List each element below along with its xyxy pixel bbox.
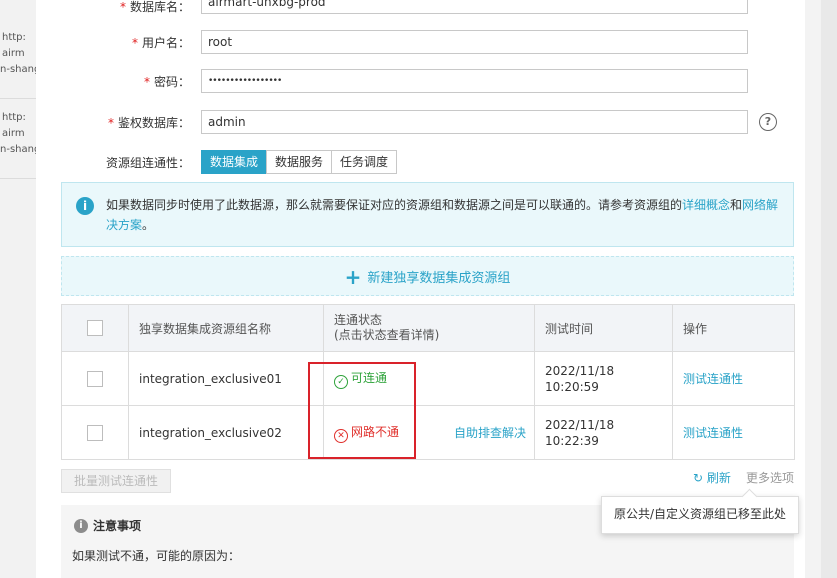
connectivity-label: 资源组连通性： — [105, 155, 190, 170]
tab-data-integration[interactable]: 数据集成 — [201, 150, 268, 174]
tab-data-service[interactable]: 数据服务 — [266, 150, 333, 174]
plus-icon: + — [344, 265, 362, 289]
bg-text: http: — [2, 112, 26, 123]
refresh-icon: ↻ — [693, 471, 704, 485]
bg-text: airm — [2, 128, 25, 139]
info-text: 如果数据同步时使用了此数据源，那么就需要保证对应的资源组和数据源之间是可以联通的… — [106, 198, 779, 232]
table-row: integration_exclusive01 ✓ 可连通 2022/11/18 1… — [61, 351, 795, 406]
header-status: 连通状态 (点击状态查看详情) — [323, 304, 535, 352]
db-name-input[interactable]: airmart-unxbg-prod — [201, 0, 748, 14]
scrollbar[interactable] — [805, 0, 821, 578]
row-test-time: 2022/11/18 10:20:59 — [534, 351, 673, 406]
username-input[interactable]: root — [201, 30, 748, 54]
password-row: * 密码： — [36, 69, 196, 93]
row-checkbox[interactable] — [87, 370, 103, 387]
password-input[interactable]: ••••••••••••••••• — [201, 69, 748, 93]
info-icon: i — [76, 197, 94, 215]
info-banner: i 如果数据同步时使用了此数据源，那么就需要保证对应的资源组和数据源之间是可以联… — [61, 182, 794, 247]
row-checkbox-cell — [61, 405, 129, 460]
bg-text: http: — [2, 32, 26, 43]
bg-text: n-shang — [0, 64, 36, 75]
self-troubleshoot-link[interactable]: 自助排查解决 — [454, 424, 526, 441]
notice-title: 注意事项 — [93, 519, 142, 533]
test-connectivity-link[interactable]: 测试连通性 — [683, 426, 743, 440]
datasource-dialog: * 数据库名： airmart-unxbg-prod * 用户名： root * 密码… — [36, 0, 821, 578]
row-test-time: 2022/11/18 10:22:39 — [534, 405, 673, 460]
refresh-button[interactable]: ↻ 刷新 — [693, 469, 731, 486]
resource-group-table: 独享数据集成资源组名称 连通状态 (点击状态查看详情) 测试时间 操作 integ… — [61, 304, 795, 460]
help-icon[interactable]: ? — [759, 113, 777, 131]
select-all-cell — [61, 304, 129, 352]
row-action-cell: 测试连通性 — [672, 405, 795, 460]
header-time: 测试时间 — [534, 304, 673, 352]
notice-body: 如果测试不通，可能的原因为： — [72, 549, 241, 563]
more-options-tooltip: 原公共/自定义资源组已移至此处 — [601, 496, 799, 534]
bg-text: n-shang — [0, 144, 36, 155]
row-name: integration_exclusive01 — [128, 351, 324, 406]
db-name-label: * 数据库名： — [119, 0, 190, 14]
test-connectivity-link[interactable]: 测试连通性 — [683, 372, 743, 386]
detail-concept-link[interactable]: 详细概念 — [682, 198, 730, 212]
row-name: integration_exclusive02 — [128, 405, 324, 460]
auth-db-input[interactable]: admin — [201, 110, 748, 134]
select-all-checkbox[interactable] — [87, 320, 103, 336]
highlight-box — [308, 362, 416, 459]
row-action-cell: 测试连通性 — [672, 351, 795, 406]
tab-task-scheduling[interactable]: 任务调度 — [331, 150, 398, 174]
connectivity-tabs: 数据集成 数据服务 任务调度 — [201, 150, 398, 174]
add-resource-group-button[interactable]: + 新建独享数据集成资源组 — [61, 256, 794, 296]
more-options-button[interactable]: 更多选项 — [746, 469, 794, 486]
table-header-row: 独享数据集成资源组名称 连通状态 (点击状态查看详情) 测试时间 操作 — [61, 304, 795, 352]
auth-db-label: * 鉴权数据库： — [107, 115, 190, 130]
username-row: * 用户名： — [36, 30, 196, 54]
required-mark: * — [119, 0, 126, 14]
username-label: * 用户名： — [131, 35, 190, 50]
required-mark: * — [143, 74, 150, 89]
table-row: integration_exclusive02 ✕ 网路不通 自助排查解决 2022… — [61, 405, 795, 460]
header-name: 独享数据集成资源组名称 — [128, 304, 324, 352]
bg-divider — [0, 98, 36, 99]
auth-db-row: * 鉴权数据库： — [36, 110, 196, 134]
required-mark: * — [131, 35, 138, 50]
connectivity-row: 资源组连通性： — [36, 150, 196, 174]
password-label: * 密码： — [143, 74, 190, 89]
batch-test-button[interactable]: 批量测试连通性 — [61, 469, 171, 493]
bg-divider — [0, 178, 36, 179]
row-checkbox-cell — [61, 351, 129, 406]
add-resource-group-label: 新建独享数据集成资源组 — [367, 271, 511, 286]
db-name-row: * 数据库名： — [36, 0, 196, 18]
header-action: 操作 — [672, 304, 795, 352]
info-icon: i — [74, 519, 88, 533]
bg-text: airm — [2, 48, 25, 59]
row-checkbox[interactable] — [87, 424, 103, 441]
required-mark: * — [107, 115, 114, 130]
background-page: http: airm n-shang http: airm n-shang — [0, 0, 36, 578]
